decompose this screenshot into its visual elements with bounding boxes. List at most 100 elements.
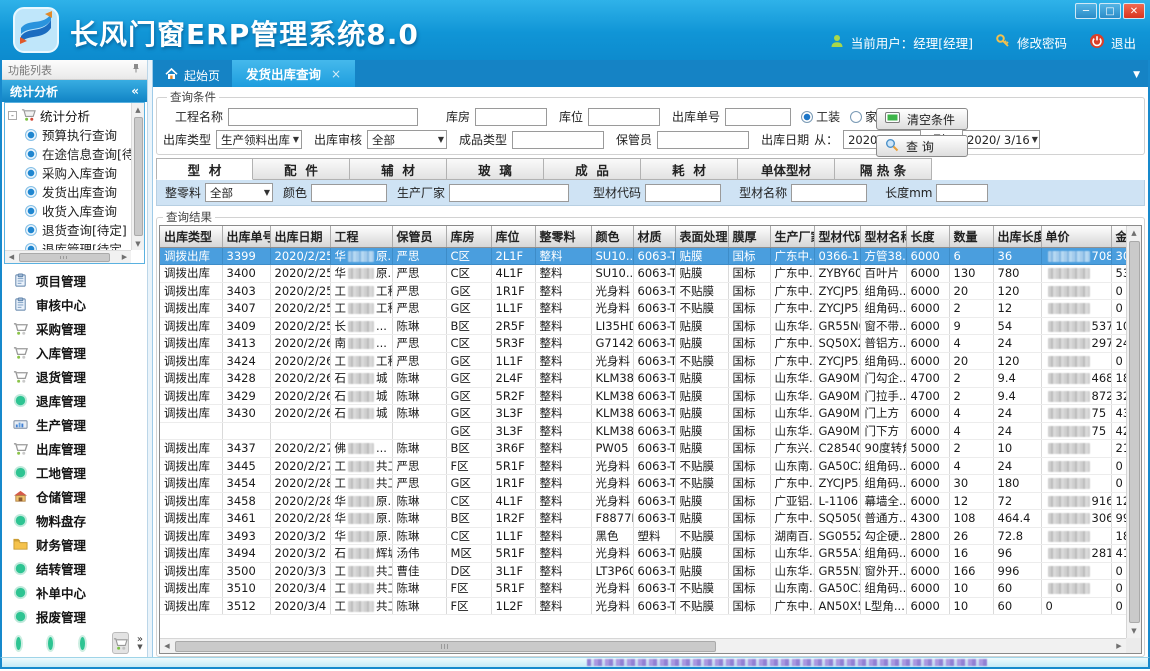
column-header[interactable]: 出库长度 (993, 226, 1041, 247)
column-header[interactable]: 表面处理 (675, 226, 728, 247)
location-input[interactable] (588, 108, 660, 126)
table-row[interactable]: 调拨出库34072020/2/25工工程严思G区1L1F整料光身料6063-T5… (160, 300, 1126, 318)
color-input[interactable] (311, 184, 387, 202)
table-row[interactable]: G区3L3F整料KLM38176063-T5贴膜国标山东华...GA90M09.… (160, 422, 1126, 440)
table-row[interactable]: 调拨出库34452020/2/27工共工程严思F区5R1F整料光身料6063-T… (160, 457, 1126, 475)
sidebar-item-结转管理[interactable]: 结转管理 (2, 557, 147, 581)
close-button[interactable]: ✕ (1123, 3, 1145, 19)
column-header[interactable]: 库位 (491, 226, 535, 247)
column-header[interactable]: 保管员 (392, 226, 446, 247)
outbound-type-select[interactable]: 生产领料出库 (216, 130, 302, 149)
tree-item[interactable]: 采购入库查询 (8, 163, 131, 182)
column-header[interactable]: 出库日期 (270, 226, 330, 247)
tab-close-icon[interactable]: × (331, 67, 341, 81)
search-button[interactable]: 查 询 (876, 135, 968, 157)
material-tab[interactable]: 隔 热 条 (835, 158, 932, 180)
table-row[interactable]: 调拨出库34292020/2/26石城陈琳G区5R2F整料KLM38176063… (160, 387, 1126, 405)
radio-jiazhuang[interactable] (850, 111, 862, 123)
warehouse-input[interactable] (475, 108, 547, 126)
column-header[interactable]: 金额 (1111, 226, 1126, 247)
clear-conditions-button[interactable]: 清空条件 (876, 108, 968, 130)
tree-item[interactable]: 预算执行查询 (8, 125, 131, 144)
green-dot-icon[interactable] (80, 637, 85, 650)
sidebar-item-审核中心[interactable]: 审核中心 (2, 292, 147, 316)
change-password-link[interactable]: 修改密码 (1017, 33, 1067, 52)
tree-vertical-scrollbar[interactable]: ▲▼ (131, 103, 144, 250)
tree-item[interactable]: 退货查询[待定] (8, 220, 131, 239)
tree-item[interactable]: 发货出库查询 (8, 182, 131, 201)
green-dot-icon[interactable] (16, 637, 21, 650)
radio-gongzhuang-label[interactable]: 工装 (816, 108, 840, 125)
pin-icon[interactable] (131, 63, 141, 76)
table-row[interactable]: 调拨出库34932020/3/2华原...陈琳C区1L1F整料黑色塑料不贴膜国标… (160, 527, 1126, 545)
column-header[interactable]: 整零料 (535, 226, 591, 247)
column-header[interactable]: 数量 (949, 226, 993, 247)
material-tab[interactable]: 玻 璃 (447, 158, 544, 180)
sidebar-item-生产管理[interactable]: 生产管理 (2, 412, 147, 436)
profile-name-input[interactable] (791, 184, 867, 202)
profile-code-input[interactable] (645, 184, 721, 202)
sidebar-item-仓储管理[interactable]: 仓储管理 (2, 485, 147, 509)
table-row[interactable]: 调拨出库34302020/2/26石城陈琳G区3L3F整料KLM38176063… (160, 405, 1126, 423)
column-header[interactable]: 单价 (1041, 226, 1111, 247)
table-row[interactable]: 调拨出库34002020/2/25华原...严思C区4L1F整料SU10...6… (160, 265, 1126, 283)
tab-outbound-query[interactable]: 发货出库查询 × (232, 60, 355, 87)
length-input[interactable] (936, 184, 988, 202)
table-row[interactable]: 调拨出库34372020/2/27佛...陈琳B区3R6F整料PW056063-… (160, 440, 1126, 458)
material-tab[interactable]: 耗 材 (641, 158, 738, 180)
minimize-button[interactable]: ─ (1075, 3, 1097, 19)
column-header[interactable]: 型材名称 (860, 226, 906, 247)
sidebar-item-财务管理[interactable]: 财务管理 (2, 533, 147, 557)
sidebar-item-补单中心[interactable]: 补单中心 (2, 581, 147, 605)
whole-piece-select[interactable]: 全部 (205, 183, 273, 202)
order-no-input[interactable] (725, 108, 791, 126)
sidebar-item-退库管理[interactable]: 退库管理 (2, 388, 147, 412)
tree-horizontal-scrollbar[interactable]: ◀▶ (5, 250, 131, 263)
maximize-button[interactable]: □ (1099, 3, 1121, 19)
sidebar-item-报废管理[interactable]: 报废管理 (2, 605, 147, 629)
collapse-icon[interactable]: « (131, 84, 139, 98)
material-tab[interactable]: 成 品 (544, 158, 641, 180)
material-tab[interactable]: 辅 材 (350, 158, 447, 180)
table-row[interactable]: 调拨出库34092020/2/25长...陈琳B区2R5F整料LI35HD606… (160, 317, 1126, 335)
table-vertical-scrollbar[interactable]: ▲▼ (1126, 226, 1141, 638)
project-name-input[interactable] (228, 108, 418, 126)
table-row[interactable]: 调拨出库35102020/3/4工共工程陈琳F区5R1F整料光身料6063-T5… (160, 580, 1126, 598)
table-row[interactable]: 调拨出库34582020/2/28华原...陈琳C区4L1F整料光身料6063-… (160, 492, 1126, 510)
column-header[interactable]: 长度 (906, 226, 949, 247)
column-header[interactable]: 型材代码 (814, 226, 860, 247)
table-row[interactable]: 调拨出库34542020/2/28工共工程严思G区1R1F整料光身料6063-T… (160, 475, 1126, 493)
column-header[interactable]: 库房 (446, 226, 491, 247)
table-row[interactable]: 调拨出库34612020/2/28华原...陈琳B区1R2F整料F8877FT6… (160, 510, 1126, 528)
sidebar-item-退货管理[interactable]: 退货管理 (2, 364, 147, 388)
tree-item[interactable]: 退库管理[待定 (8, 239, 131, 250)
sidebar-section-statistics[interactable]: 统计分析 « (2, 80, 147, 102)
sidebar-item-项目管理[interactable]: 项目管理 (2, 268, 147, 292)
column-header[interactable]: 工程 (330, 226, 392, 247)
column-header[interactable]: 膜厚 (728, 226, 770, 247)
column-header[interactable]: 材质 (633, 226, 675, 247)
product-type-input[interactable] (512, 131, 604, 149)
keeper-input[interactable] (657, 131, 749, 149)
maker-input[interactable] (449, 184, 569, 202)
radio-gongzhuang[interactable] (801, 111, 813, 123)
table-row[interactable]: 调拨出库33992020/2/25华原...严思C区2L1F整料SU10...6… (160, 247, 1126, 265)
logout-link[interactable]: 退出 (1111, 33, 1136, 52)
sidebar-item-采购管理[interactable]: 采购管理 (2, 316, 147, 340)
green-dot-icon[interactable] (48, 637, 53, 650)
material-tab[interactable]: 配 件 (253, 158, 350, 180)
column-header[interactable]: 生产厂家 (770, 226, 814, 247)
sidebar-item-物料盘存[interactable]: 物料盘存 (2, 509, 147, 533)
table-row[interactable]: 调拨出库35002020/3/3工共工程曹佳D区3L1F整料LT3P606063… (160, 562, 1126, 580)
table-row[interactable]: 调拨出库34032020/2/25工工程严思G区1R1F整料光身料6063-T5… (160, 282, 1126, 300)
table-row[interactable]: 调拨出库34132020/2/26南...严思C区5R3F整料G71422606… (160, 335, 1126, 353)
sidebar-item-出库管理[interactable]: 出库管理 (2, 436, 147, 460)
audit-select[interactable]: 全部 (367, 130, 447, 149)
material-tab[interactable]: 型 材 (156, 158, 253, 180)
column-header[interactable]: 出库单号 (222, 226, 270, 247)
tree-root-statistics[interactable]: 统计分析 (8, 106, 131, 125)
column-header[interactable]: 出库类型 (160, 226, 222, 247)
sidebar-item-入库管理[interactable]: 入库管理 (2, 340, 147, 364)
tree-expander-icon[interactable] (8, 111, 17, 120)
column-header[interactable]: 颜色 (591, 226, 633, 247)
